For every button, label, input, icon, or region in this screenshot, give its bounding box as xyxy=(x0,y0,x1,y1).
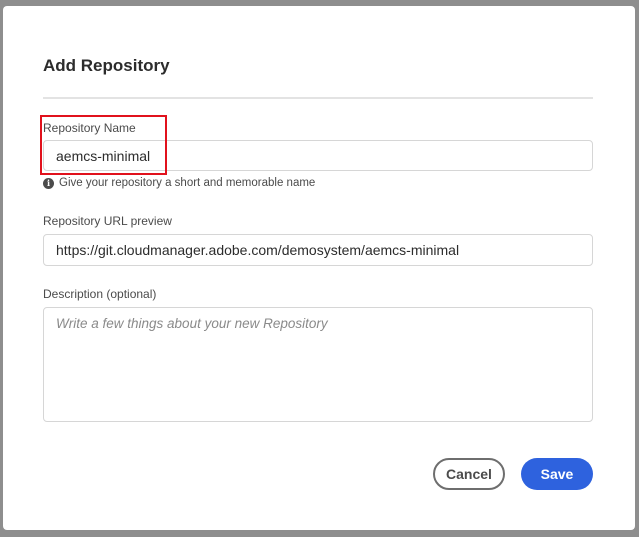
add-repository-dialog: Add Repository Repository Name aemcs-min… xyxy=(3,6,635,530)
repository-name-help: i Give your repository a short and memor… xyxy=(43,177,315,189)
repository-url-label: Repository URL preview xyxy=(43,214,172,228)
info-icon: i xyxy=(43,177,54,189)
repository-url-preview-field: https://git.cloudmanager.adobe.com/demos… xyxy=(43,234,593,266)
repository-name-input[interactable]: aemcs-minimal xyxy=(43,140,593,171)
save-button[interactable]: Save xyxy=(521,458,593,490)
description-textarea[interactable]: Write a few things about your new Reposi… xyxy=(43,307,593,422)
repository-name-label: Repository Name xyxy=(43,121,136,135)
cancel-button[interactable]: Cancel xyxy=(433,458,505,490)
dialog-title: Add Repository xyxy=(43,56,170,75)
title-divider xyxy=(43,97,593,99)
description-label: Description (optional) xyxy=(43,287,157,301)
repository-name-help-text: Give your repository a short and memorab… xyxy=(59,177,316,189)
